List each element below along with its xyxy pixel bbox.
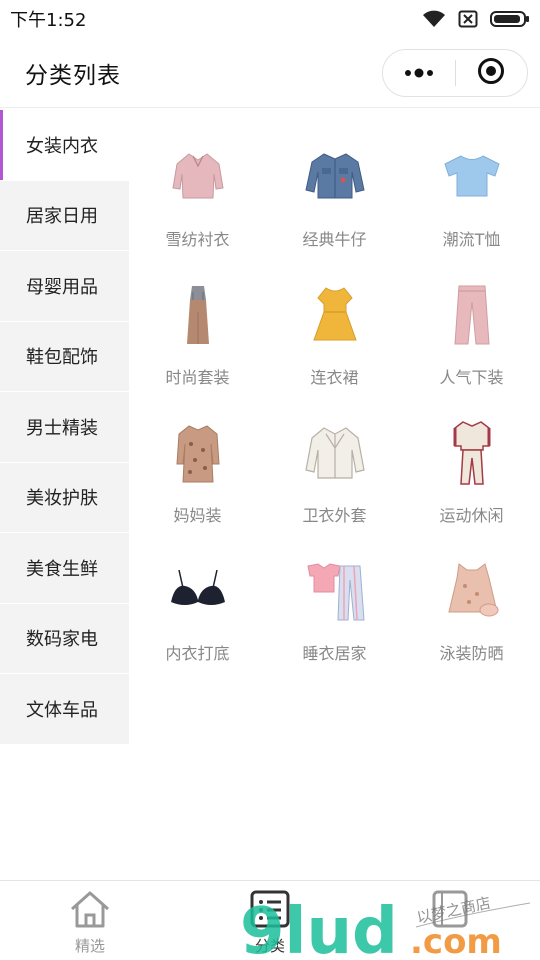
tab-category[interactable]: 分类 [180,881,360,960]
close-miniprogram-button[interactable] [456,50,528,96]
wifi-icon [422,10,446,28]
pants-image [437,280,507,350]
sidebar-item-label: 居家日用 [26,206,98,228]
sidebar-item-label: 美妆护肤 [26,488,98,510]
tab-label: 分类 [254,937,285,955]
nav-bar: 分类列表 [0,38,540,108]
list-icon [248,889,292,933]
denim-jacket-image [300,142,370,212]
tab-notebook[interactable] [360,881,540,960]
home-icon [68,889,112,933]
subcategory-label: 泳装防晒 [439,644,504,663]
capsule-menu [382,48,528,97]
subcategory-label: 睡衣居家 [302,644,367,663]
tshirt-image [437,142,507,212]
sidebar-item-womens-wear[interactable]: 女装内衣 [0,110,129,181]
coat-image [300,418,370,488]
no-sim-icon [458,10,478,28]
sidebar-item-beauty[interactable]: 美妆护肤 [0,462,129,533]
fashion-set-image [163,280,233,350]
subcategory-label: 卫衣外套 [302,506,367,525]
tab-featured[interactable]: 精选 [0,881,180,960]
subcategory-underwear[interactable]: 内衣打底 [129,526,266,664]
subcategory-label: 妈妈装 [173,506,222,525]
more-dots-icon [403,63,435,82]
subcategory-bottoms[interactable]: 人气下装 [403,250,540,388]
subcategory-fashion-set[interactable]: 时尚套装 [129,250,266,388]
subcategory-hoodie-coat[interactable]: 卫衣外套 [266,388,403,526]
mom-wear-image [163,418,233,488]
subcategory-swimwear[interactable]: 泳装防晒 [403,526,540,664]
subcategory-mom-wear[interactable]: 妈妈装 [129,388,266,526]
page-title: 分类列表 [25,62,121,89]
subcategory-dress[interactable]: 连衣裙 [266,250,403,388]
sidebar-item-label: 鞋包配饰 [26,347,98,369]
sidebar-item-sports-auto[interactable]: 文体车品 [0,674,129,745]
subcategory-label: 人气下装 [439,368,504,387]
status-icons [422,10,530,28]
subcategory-grid: 雪纺衬衣 经典牛仔 潮流T恤 时尚套装 连衣裙 人气下装 妈妈装 卫衣外套 运动… [129,112,540,664]
subcategory-label: 运动休闲 [439,506,504,525]
sidebar-item-baby[interactable]: 母婴用品 [0,251,129,322]
status-time: 下午1:52 [10,10,87,31]
sidebar-item-label: 女装内衣 [26,135,98,157]
sidebar-item-label: 数码家电 [26,629,98,651]
bottom-tab-bar: 精选 分类 [0,880,540,960]
subcategory-chiffon-shirt[interactable]: 雪纺衬衣 [129,112,266,250]
tracksuit-image [437,418,507,488]
subcategory-classic-denim[interactable]: 经典牛仔 [266,112,403,250]
sidebar-item-label: 男士精装 [26,417,98,439]
sidebar-item-digital[interactable]: 数码家电 [0,603,129,674]
subcategory-sports-casual[interactable]: 运动休闲 [403,388,540,526]
subcategory-label: 连衣裙 [310,368,359,387]
sidebar-item-shoes-bags[interactable]: 鞋包配饰 [0,321,129,392]
subcategory-label: 经典牛仔 [302,230,367,249]
bra-image [163,556,233,626]
category-sidebar: 女装内衣 居家日用 母婴用品 鞋包配饰 男士精装 美妆护肤 美食生鲜 数码家电 … [0,110,129,745]
chiffon-shirt-image [163,142,233,212]
dress-image [300,280,370,350]
battery-icon [490,10,530,28]
subcategory-label: 潮流T恤 [442,230,501,249]
sidebar-item-mens[interactable]: 男士精装 [0,392,129,463]
target-circle-icon [477,57,505,89]
more-button[interactable] [383,50,455,96]
sidebar-item-label: 母婴用品 [26,276,98,298]
status-bar: 下午1:52 [0,0,540,38]
subcategory-label: 时尚套装 [165,368,230,387]
sidebar-item-food[interactable]: 美食生鲜 [0,533,129,604]
notebook-icon [428,889,472,933]
sidebar-item-home-goods[interactable]: 居家日用 [0,180,129,251]
sidebar-item-label: 文体车品 [26,699,98,721]
subcategory-trendy-tshirt[interactable]: 潮流T恤 [403,112,540,250]
tab-label: 精选 [74,937,105,955]
swimwear-image [437,556,507,626]
subcategory-pajamas[interactable]: 睡衣居家 [266,526,403,664]
subcategory-label: 内衣打底 [165,644,230,663]
pajamas-image [300,556,370,626]
sidebar-item-label: 美食生鲜 [26,558,98,580]
subcategory-label: 雪纺衬衣 [165,230,230,249]
